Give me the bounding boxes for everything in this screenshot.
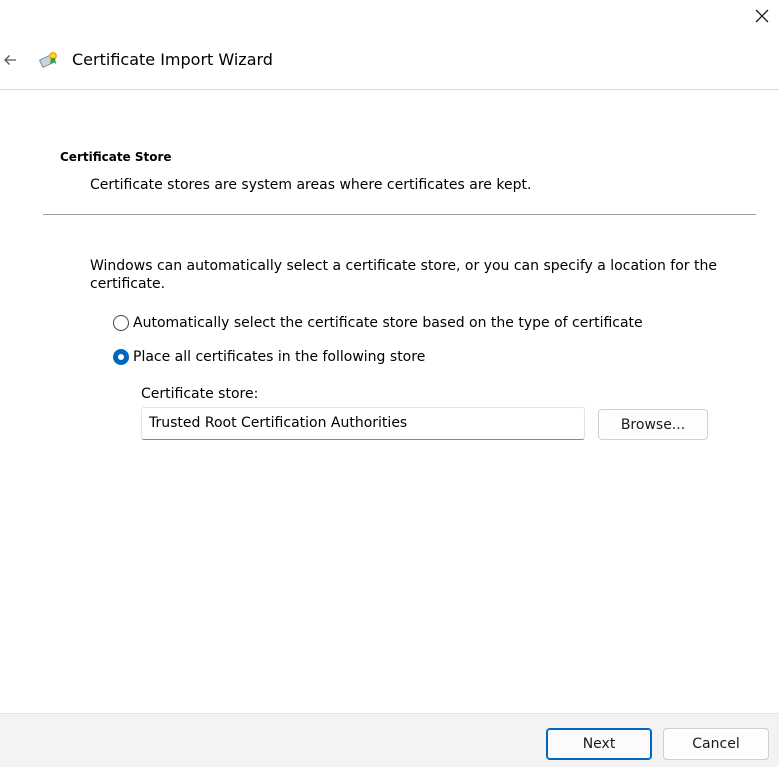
back-button[interactable] <box>0 48 20 72</box>
radio-unselected[interactable] <box>113 315 129 331</box>
certificate-icon <box>39 52 57 68</box>
close-icon <box>755 9 769 23</box>
header-divider <box>0 89 779 90</box>
wizard-title: Certificate Import Wizard <box>72 50 273 69</box>
auto-select-store-option[interactable]: Automatically select the certificate sto… <box>113 313 643 333</box>
close-button[interactable] <box>748 2 776 30</box>
certificate-store-field[interactable]: Trusted Root Certification Authorities <box>141 407 585 440</box>
cancel-button[interactable]: Cancel <box>663 728 769 760</box>
section-description: Certificate stores are system areas wher… <box>90 177 532 193</box>
auto-select-store-label: Automatically select the certificate sto… <box>133 315 643 331</box>
place-in-store-label: Place all certificates in the following … <box>133 349 426 365</box>
back-arrow-icon <box>4 55 16 65</box>
section-heading: Certificate Store <box>60 150 172 164</box>
section-divider <box>43 214 756 215</box>
next-button[interactable]: Next <box>546 728 652 760</box>
radio-selected[interactable] <box>113 349 129 365</box>
intro-text: Windows can automatically select a certi… <box>90 258 717 292</box>
place-in-store-option[interactable]: Place all certificates in the following … <box>113 347 425 367</box>
browse-button[interactable]: Browse... <box>598 409 708 440</box>
certificate-store-label: Certificate store: <box>141 386 259 402</box>
